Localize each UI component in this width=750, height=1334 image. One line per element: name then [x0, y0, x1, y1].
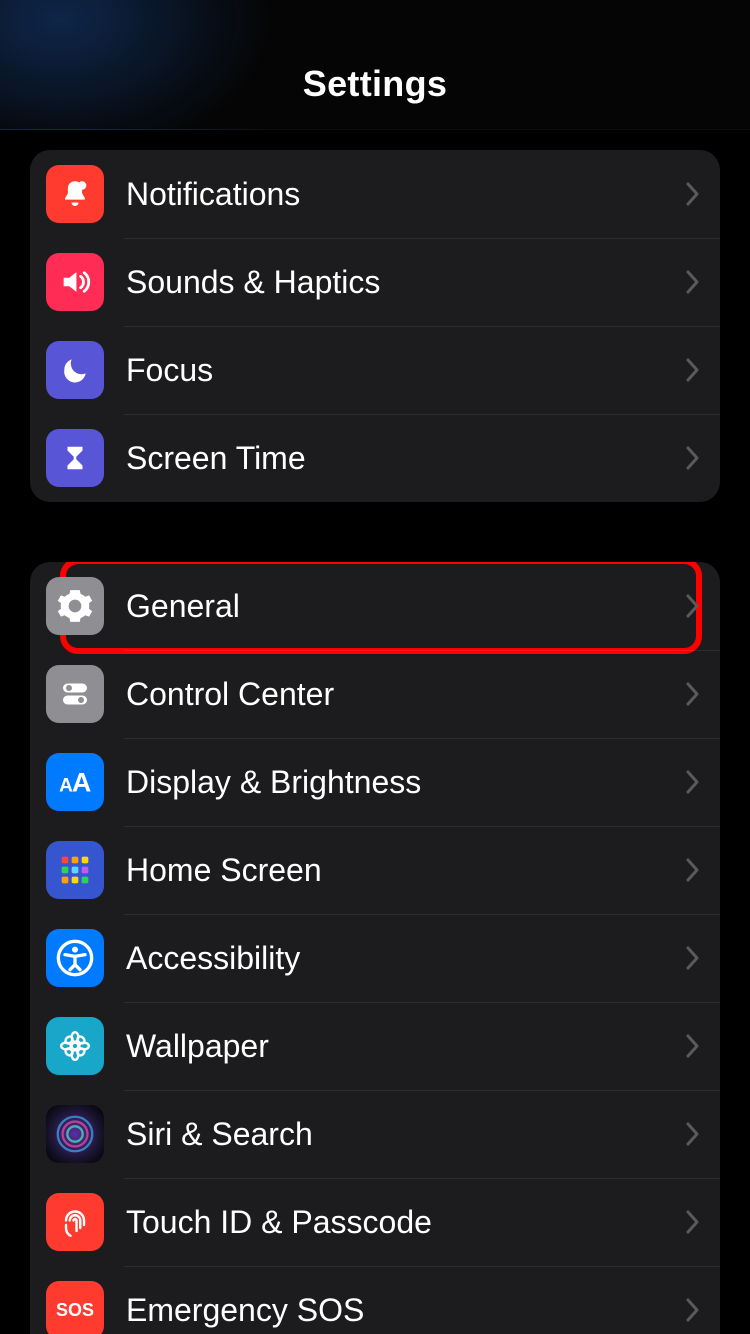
row-controlcenter[interactable]: Control Center — [30, 650, 720, 738]
chevron-right-icon — [686, 770, 700, 794]
row-label: Sounds & Haptics — [126, 264, 686, 301]
row-notifications[interactable]: Notifications — [30, 150, 720, 238]
row-label: Screen Time — [126, 440, 686, 477]
gear-icon — [46, 577, 104, 635]
row-label: Wallpaper — [126, 1028, 686, 1065]
row-label: Focus — [126, 352, 686, 389]
chevron-right-icon — [686, 946, 700, 970]
speaker-icon — [46, 253, 104, 311]
row-accessibility[interactable]: Accessibility — [30, 914, 720, 1002]
hourglass-icon — [46, 429, 104, 487]
row-label: Touch ID & Passcode — [126, 1204, 686, 1241]
row-homescreen[interactable]: Home Screen — [30, 826, 720, 914]
siri-icon — [46, 1105, 104, 1163]
chevron-right-icon — [686, 446, 700, 470]
settings-group-1: Notifications Sounds & Haptics Focus — [30, 150, 720, 502]
row-sounds[interactable]: Sounds & Haptics — [30, 238, 720, 326]
row-siri[interactable]: Siri & Search — [30, 1090, 720, 1178]
page-title: Settings — [303, 63, 447, 105]
row-display[interactable]: A A Display & Brightness — [30, 738, 720, 826]
chevron-right-icon — [686, 1210, 700, 1234]
row-general[interactable]: General — [30, 562, 720, 650]
accessibility-icon — [46, 929, 104, 987]
settings-group-2: General Control Center A A Display & Bri… — [30, 562, 720, 1334]
row-screentime[interactable]: Screen Time — [30, 414, 720, 502]
header: Settings — [0, 0, 750, 130]
svg-text:A: A — [72, 768, 91, 798]
row-focus[interactable]: Focus — [30, 326, 720, 414]
row-sos[interactable]: SOS Emergency SOS — [30, 1266, 720, 1334]
row-label: Notifications — [126, 176, 686, 213]
chevron-right-icon — [686, 858, 700, 882]
moon-icon — [46, 341, 104, 399]
row-label: Home Screen — [126, 852, 686, 889]
row-wallpaper[interactable]: Wallpaper — [30, 1002, 720, 1090]
grid-icon — [46, 841, 104, 899]
svg-text:SOS: SOS — [56, 1300, 94, 1320]
chevron-right-icon — [686, 682, 700, 706]
chevron-right-icon — [686, 1034, 700, 1058]
row-label: Emergency SOS — [126, 1292, 686, 1329]
chevron-right-icon — [686, 594, 700, 618]
row-label: Display & Brightness — [126, 764, 686, 801]
text-size-icon: A A — [46, 753, 104, 811]
chevron-right-icon — [686, 182, 700, 206]
chevron-right-icon — [686, 1122, 700, 1146]
row-touchid[interactable]: Touch ID & Passcode — [30, 1178, 720, 1266]
row-label: Siri & Search — [126, 1116, 686, 1153]
flower-icon — [46, 1017, 104, 1075]
chevron-right-icon — [686, 358, 700, 382]
sos-icon: SOS — [46, 1281, 104, 1334]
chevron-right-icon — [686, 1298, 700, 1322]
row-label: Accessibility — [126, 940, 686, 977]
toggles-icon — [46, 665, 104, 723]
bell-icon — [46, 165, 104, 223]
fingerprint-icon — [46, 1193, 104, 1251]
chevron-right-icon — [686, 270, 700, 294]
row-label: Control Center — [126, 676, 686, 713]
row-label: General — [126, 588, 686, 625]
